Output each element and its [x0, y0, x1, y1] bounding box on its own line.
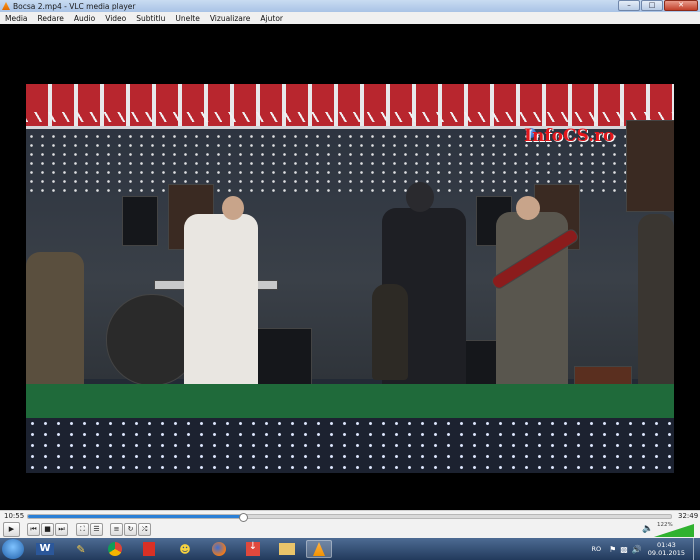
close-button[interactable]: ✕ [664, 0, 698, 11]
menu-redare[interactable]: Redare [33, 14, 69, 23]
messenger-icon[interactable]: ☻ [172, 540, 198, 558]
guitarist-head [516, 196, 540, 220]
pdf-icon[interactable] [136, 540, 162, 558]
menu-vizualizare[interactable]: Vizualizare [205, 14, 256, 23]
download-icon[interactable]: ↓ [240, 540, 266, 558]
taskbar: W ✎ ☻ ↓ RO ⚑ ▩ 🔊 01:43 09.01.2015 [0, 538, 700, 560]
video-area[interactable]: InfoCS.ro [0, 24, 700, 510]
clock[interactable]: 01:43 09.01.2015 [648, 541, 685, 557]
window-controls: – □ ✕ [618, 0, 698, 12]
firefox-icon[interactable] [206, 540, 232, 558]
playlist-button[interactable]: ≡ [110, 523, 123, 536]
window-title: Bocsa 2.mp4 - VLC media player [13, 1, 136, 11]
speaker-icon[interactable]: 🔈 [642, 524, 653, 534]
performer [26, 252, 84, 402]
menu-media[interactable]: Media [0, 14, 33, 23]
performer [184, 214, 258, 394]
play-button[interactable]: ▶ [3, 522, 20, 537]
menu-unelte[interactable]: Unelte [170, 14, 205, 23]
flag-icon[interactable]: ⚑ [609, 545, 616, 554]
seek-bar-fill [28, 515, 243, 518]
performer [638, 214, 674, 394]
watermark-logo: InfoCS.ro [524, 126, 615, 146]
vlc-icon [2, 2, 10, 10]
menu-subtitlu[interactable]: Subtitlu [131, 14, 170, 23]
speaker [626, 120, 674, 212]
extended-settings-button[interactable]: ☰ [90, 523, 103, 536]
player-controls: 10:55 32:49 ▶ ⏮ ■ ⏭ ⛶ ☰ ≡ ↻ ⤮ 🔈 122% [0, 510, 700, 539]
menu-ajutor[interactable]: Ajutor [255, 14, 288, 23]
next-button[interactable]: ⏭ [55, 523, 68, 536]
menu-audio[interactable]: Audio [69, 14, 100, 23]
menu-video[interactable]: Video [100, 14, 131, 23]
network-icon[interactable]: ▩ [620, 545, 628, 554]
vlc-icon[interactable] [306, 540, 332, 558]
language-indicator[interactable]: RO [591, 545, 601, 553]
clock-time: 01:43 [657, 541, 676, 549]
maximize-button[interactable]: □ [641, 0, 663, 11]
minimize-button[interactable]: – [618, 0, 640, 11]
clock-date: 09.01.2015 [647, 549, 685, 557]
system-tray: RO ⚑ ▩ 🔊 01:43 09.01.2015 [591, 538, 700, 560]
video-frame: InfoCS.ro [26, 84, 674, 473]
stage-truss-lattice [26, 112, 674, 122]
stage-truss [26, 84, 674, 129]
singer-head [406, 182, 434, 212]
seek-bar[interactable] [27, 513, 672, 522]
volume-slider[interactable] [654, 524, 694, 537]
chrome-icon[interactable] [102, 540, 128, 558]
word-icon[interactable]: W [32, 540, 58, 558]
performer-head [222, 196, 244, 220]
performer [372, 284, 408, 380]
title-bar[interactable]: Bocsa 2.mp4 - VLC media player – □ ✕ [0, 0, 700, 12]
stop-button[interactable]: ■ [41, 523, 54, 536]
elapsed-time: 10:55 [4, 512, 25, 520]
fullscreen-button[interactable]: ⛶ [76, 523, 89, 536]
shuffle-button[interactable]: ⤮ [138, 523, 151, 536]
show-desktop-button[interactable] [693, 538, 700, 560]
pencil-icon[interactable]: ✎ [68, 540, 94, 558]
stage-floor [26, 384, 674, 418]
volume-tray-icon[interactable]: 🔊 [632, 545, 642, 554]
speaker [122, 196, 158, 246]
previous-button[interactable]: ⏮ [27, 523, 40, 536]
stage-skirt-lights [26, 418, 674, 473]
folder-icon[interactable] [274, 540, 300, 558]
loop-button[interactable]: ↻ [124, 523, 137, 536]
total-time: 32:49 [678, 512, 699, 520]
start-button[interactable] [2, 539, 24, 559]
seek-handle[interactable] [238, 513, 248, 522]
